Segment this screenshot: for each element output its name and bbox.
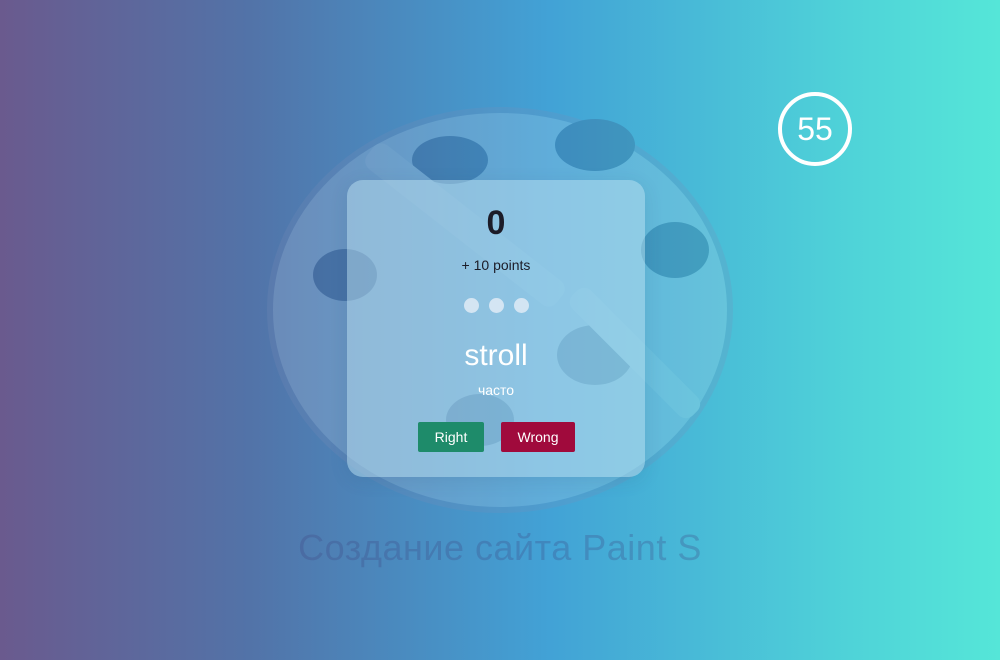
points-label: + 10 points bbox=[461, 257, 531, 273]
background-caption: Создание сайта Paint S bbox=[298, 527, 702, 568]
right-button[interactable]: Right bbox=[418, 422, 484, 452]
wrong-button[interactable]: Wrong bbox=[501, 422, 575, 452]
countdown-timer: 55 bbox=[778, 92, 852, 166]
progress-dot bbox=[513, 298, 529, 313]
progress-dot bbox=[488, 298, 504, 313]
score-value: 0 bbox=[486, 204, 506, 242]
translation-text: часто bbox=[477, 382, 515, 398]
progress-dots bbox=[347, 298, 645, 313]
progress-dot bbox=[463, 298, 479, 313]
timer-value: 55 bbox=[797, 110, 833, 147]
english-word: stroll bbox=[464, 339, 528, 372]
game-card: 0 + 10 points stroll часто Right Wrong bbox=[347, 180, 645, 477]
